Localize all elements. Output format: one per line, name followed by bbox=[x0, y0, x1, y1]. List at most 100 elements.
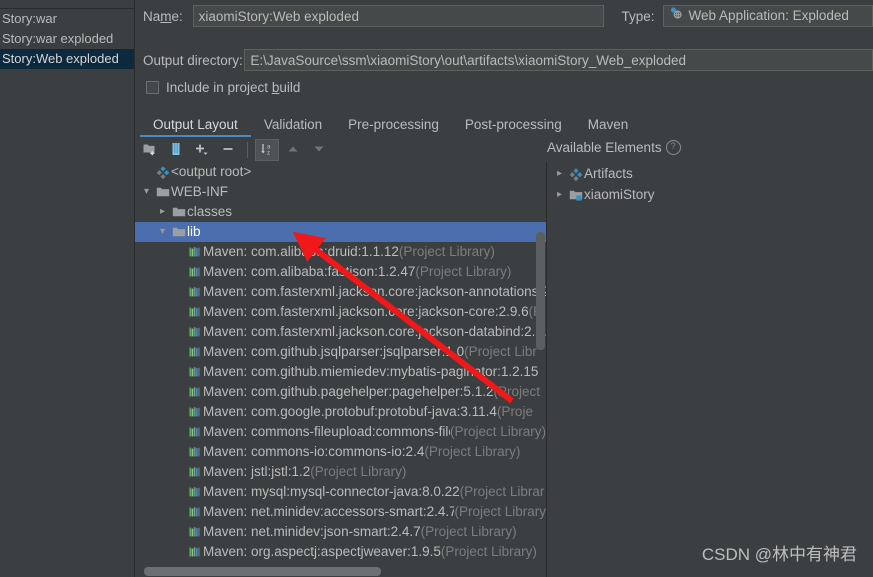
tree-row-label: Maven: jstl:jstl:1.2 bbox=[203, 464, 311, 479]
tree-row[interactable]: Maven: com.github.jsqlparser:jsqlparser:… bbox=[135, 342, 546, 362]
tree-row[interactable]: Maven: commons-fileupload:commons-fileup… bbox=[135, 422, 546, 442]
tree-row[interactable]: Maven: com.google.protobuf:protobuf-java… bbox=[135, 402, 546, 422]
chevron-right-icon[interactable]: ▸ bbox=[155, 202, 170, 222]
output-layout-toolbar: a z bbox=[138, 138, 331, 162]
tree-vertical-scroll-thumb[interactable] bbox=[536, 232, 545, 350]
tree-row-label: Maven: com.fasterxml.jackson.core:jackso… bbox=[203, 304, 529, 319]
tree-row-suffix: (Project Library bbox=[454, 504, 546, 519]
tree-row-label: Maven: net.minidev:json-smart:2.4.7 bbox=[203, 524, 421, 539]
move-up-button[interactable] bbox=[281, 139, 305, 161]
tree-row-label: Maven: commons-io:commons-io:2.4 bbox=[203, 444, 425, 459]
tree-row-label: Maven: com.github.jsqlparser:jsqlparser:… bbox=[203, 344, 465, 359]
output-directory-input[interactable]: E:\JavaSource\ssm\xiaomiStory\out\artifa… bbox=[244, 49, 873, 71]
library-icon bbox=[186, 265, 203, 279]
tree-row[interactable]: Maven: com.github.miemiedev:mybatis-pagi… bbox=[135, 362, 546, 382]
library-icon bbox=[186, 505, 203, 519]
tree-row[interactable]: Maven: jstl:jstl:1.2 (Project Library) bbox=[135, 462, 546, 482]
svg-text:z: z bbox=[267, 150, 270, 156]
plus-dropdown-icon bbox=[193, 141, 211, 160]
artifact-list-toolbar bbox=[0, 0, 134, 9]
sort-az-icon: a z bbox=[259, 141, 275, 160]
output-layout-tree: <output root> ▾ WEB-INF ▸ classes ▾ lib Maven: … bbox=[135, 162, 547, 577]
tree-row-label: Maven: com.github.miemiedev:mybatis-pagi… bbox=[203, 364, 539, 379]
tree-vertical-scrollbar[interactable] bbox=[536, 162, 545, 577]
tree-row-label: Maven: com.fasterxml.jackson.core:jackso… bbox=[203, 284, 546, 299]
move-down-button[interactable] bbox=[307, 139, 331, 161]
tab-post-processing[interactable]: Post-processing bbox=[452, 112, 575, 137]
minus-icon bbox=[220, 141, 236, 160]
tree-row[interactable]: Maven: com.alibaba:druid:1.1.12 (Project… bbox=[135, 242, 546, 262]
help-icon[interactable]: ? bbox=[665, 139, 681, 155]
tree-row[interactable]: Maven: net.minidev:json-smart:2.4.7 (Pro… bbox=[135, 522, 546, 542]
name-input[interactable]: xiaomiStory:Web exploded bbox=[192, 5, 604, 27]
remove-button[interactable] bbox=[216, 139, 240, 161]
sort-button[interactable]: a z bbox=[255, 139, 279, 161]
create-directory-button[interactable] bbox=[138, 139, 162, 161]
available-element-label: Artifacts bbox=[584, 166, 633, 181]
arrow-up-icon bbox=[285, 141, 301, 160]
type-combo[interactable]: Web Application: Exploded bbox=[662, 5, 873, 27]
watermark: CSDN @林中有神君 bbox=[701, 545, 857, 564]
artifact-list-item[interactable]: Story:war exploded bbox=[0, 29, 134, 49]
tree-row[interactable]: Maven: com.fasterxml.jackson.core:jackso… bbox=[135, 322, 546, 342]
artifact-list-item[interactable]: Story:war bbox=[0, 9, 134, 29]
tree-row-suffix: (Project Libr bbox=[464, 344, 537, 359]
tree-row[interactable]: Maven: commons-io:commons-io:2.4 (Projec… bbox=[135, 442, 546, 462]
tree-row[interactable]: Maven: org.aspectj:aspectjweaver:1.9.5 (… bbox=[135, 542, 546, 562]
type-value: Web Application: Exploded bbox=[688, 8, 849, 23]
chevron-right-icon[interactable]: ▸ bbox=[552, 168, 567, 179]
tree-row-label: WEB-INF bbox=[171, 184, 228, 199]
library-icon bbox=[186, 385, 203, 399]
tree-row[interactable]: Maven: com.fasterxml.jackson.core:jackso… bbox=[135, 282, 546, 302]
include-in-build-row[interactable]: Include in project build bbox=[146, 80, 300, 95]
folder-icon bbox=[170, 205, 187, 219]
artifact-icon bbox=[154, 165, 171, 179]
tree-horizontal-scrollbar[interactable] bbox=[135, 567, 546, 576]
library-icon bbox=[186, 365, 203, 379]
tree-row-suffix: (Project Library) bbox=[449, 424, 546, 439]
tree-row-suffix: (Project Library) bbox=[440, 544, 537, 559]
create-archive-button[interactable] bbox=[164, 139, 188, 161]
tab-pre-processing[interactable]: Pre-processing bbox=[335, 112, 452, 137]
library-icon bbox=[186, 245, 203, 259]
tree-row-label: lib bbox=[187, 224, 201, 239]
output-directory-row: Output directory: E:\JavaSource\ssm\xiao… bbox=[143, 45, 873, 75]
tree-row-suffix: (Project Librar bbox=[459, 484, 545, 499]
tree-row-label: Maven: net.minidev:accessors-smart:2.4.7 bbox=[203, 504, 455, 519]
tree-row-label: Maven: org.aspectj:aspectjweaver:1.9.5 bbox=[203, 544, 441, 559]
tab-validation[interactable]: Validation bbox=[251, 112, 335, 137]
available-elements-title: Available Elements ? bbox=[547, 137, 873, 157]
available-element-row[interactable]: ▸ Artifacts bbox=[547, 163, 873, 184]
tree-row[interactable]: Maven: com.fasterxml.jackson.core:jackso… bbox=[135, 302, 546, 322]
tree-row[interactable]: <output root> bbox=[135, 162, 546, 182]
tree-row-label: Maven: commons-fileupload:commons-fileup… bbox=[203, 424, 450, 439]
library-icon bbox=[186, 445, 203, 459]
artifact-list-panel: Story:war Story:war exploded Story:Web e… bbox=[0, 0, 135, 577]
tree-row[interactable]: ▸ classes bbox=[135, 202, 546, 222]
tree-row-selected[interactable]: ▾ lib bbox=[135, 222, 546, 242]
include-in-build-checkbox[interactable] bbox=[146, 81, 159, 94]
chevron-down-icon[interactable]: ▾ bbox=[155, 222, 170, 242]
tree-row-label: Maven: com.fasterxml.jackson.core:jackso… bbox=[203, 324, 546, 339]
tree-row[interactable]: Maven: mysql:mysql-connector-java:8.0.22… bbox=[135, 482, 546, 502]
tree-row-suffix: (Project Library) bbox=[398, 244, 495, 259]
folder-icon bbox=[170, 225, 187, 239]
chevron-right-icon[interactable]: ▸ bbox=[552, 189, 567, 200]
artifact-list-item-selected[interactable]: Story:Web exploded bbox=[0, 49, 134, 69]
add-copy-button[interactable] bbox=[190, 139, 214, 161]
available-element-row[interactable]: ▸ xiaomiStory bbox=[547, 184, 873, 205]
tree-row[interactable]: Maven: net.minidev:accessors-smart:2.4.7… bbox=[135, 502, 546, 522]
tree-row-suffix: (Project Library) bbox=[424, 444, 521, 459]
artifact-icon bbox=[567, 167, 584, 181]
tree-row[interactable]: Maven: com.github.pagehelper:pagehelper:… bbox=[135, 382, 546, 402]
chevron-down-icon[interactable]: ▾ bbox=[139, 182, 154, 202]
output-directory-label: Output directory: bbox=[143, 52, 243, 68]
available-elements-label: Available Elements bbox=[547, 139, 662, 155]
tab-output-layout[interactable]: Output Layout bbox=[140, 112, 251, 137]
tree-row[interactable]: ▾ WEB-INF bbox=[135, 182, 546, 202]
include-label-mnemonic: b bbox=[271, 80, 280, 95]
tree-horizontal-scroll-thumb[interactable] bbox=[144, 567, 381, 576]
available-element-label: xiaomiStory bbox=[584, 187, 655, 202]
tab-maven[interactable]: Maven bbox=[575, 112, 642, 137]
tree-row[interactable]: Maven: com.alibaba:fastjson:1.2.47 (Proj… bbox=[135, 262, 546, 282]
